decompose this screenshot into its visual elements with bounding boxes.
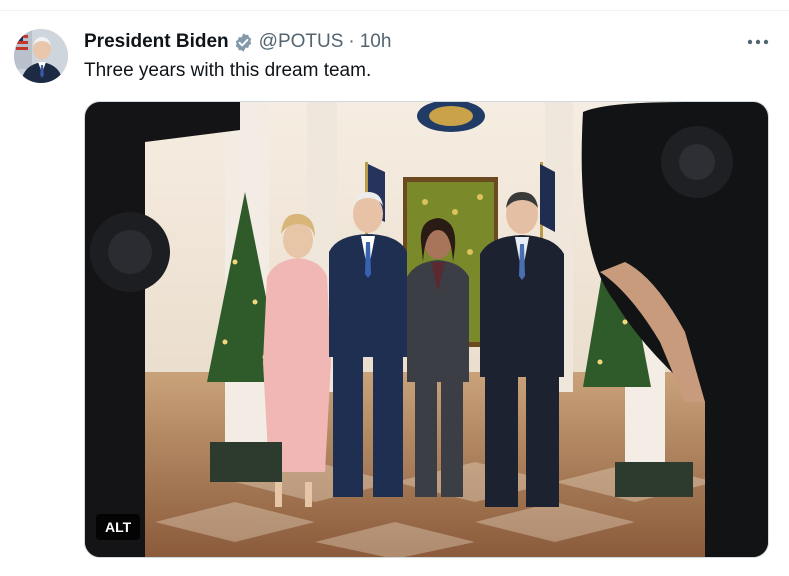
more-options-icon[interactable] xyxy=(745,33,771,51)
verified-badge-icon xyxy=(233,32,254,53)
author-name[interactable]: President Biden xyxy=(84,31,229,53)
top-divider xyxy=(0,10,789,11)
tweet-photo[interactable] xyxy=(84,101,769,558)
tweet-timestamp[interactable]: 10h xyxy=(360,31,392,53)
author-handle[interactable]: @POTUS xyxy=(259,31,344,53)
tweet-header: President Biden @POTUS · 10h xyxy=(84,31,391,53)
photo-scene xyxy=(85,102,768,557)
meta-separator: · xyxy=(348,31,355,52)
avatar-image xyxy=(14,29,68,83)
alt-text-badge[interactable]: ALT xyxy=(96,514,141,540)
tweet-text: Three years with this dream team. xyxy=(84,60,372,81)
author-avatar[interactable] xyxy=(14,29,68,83)
